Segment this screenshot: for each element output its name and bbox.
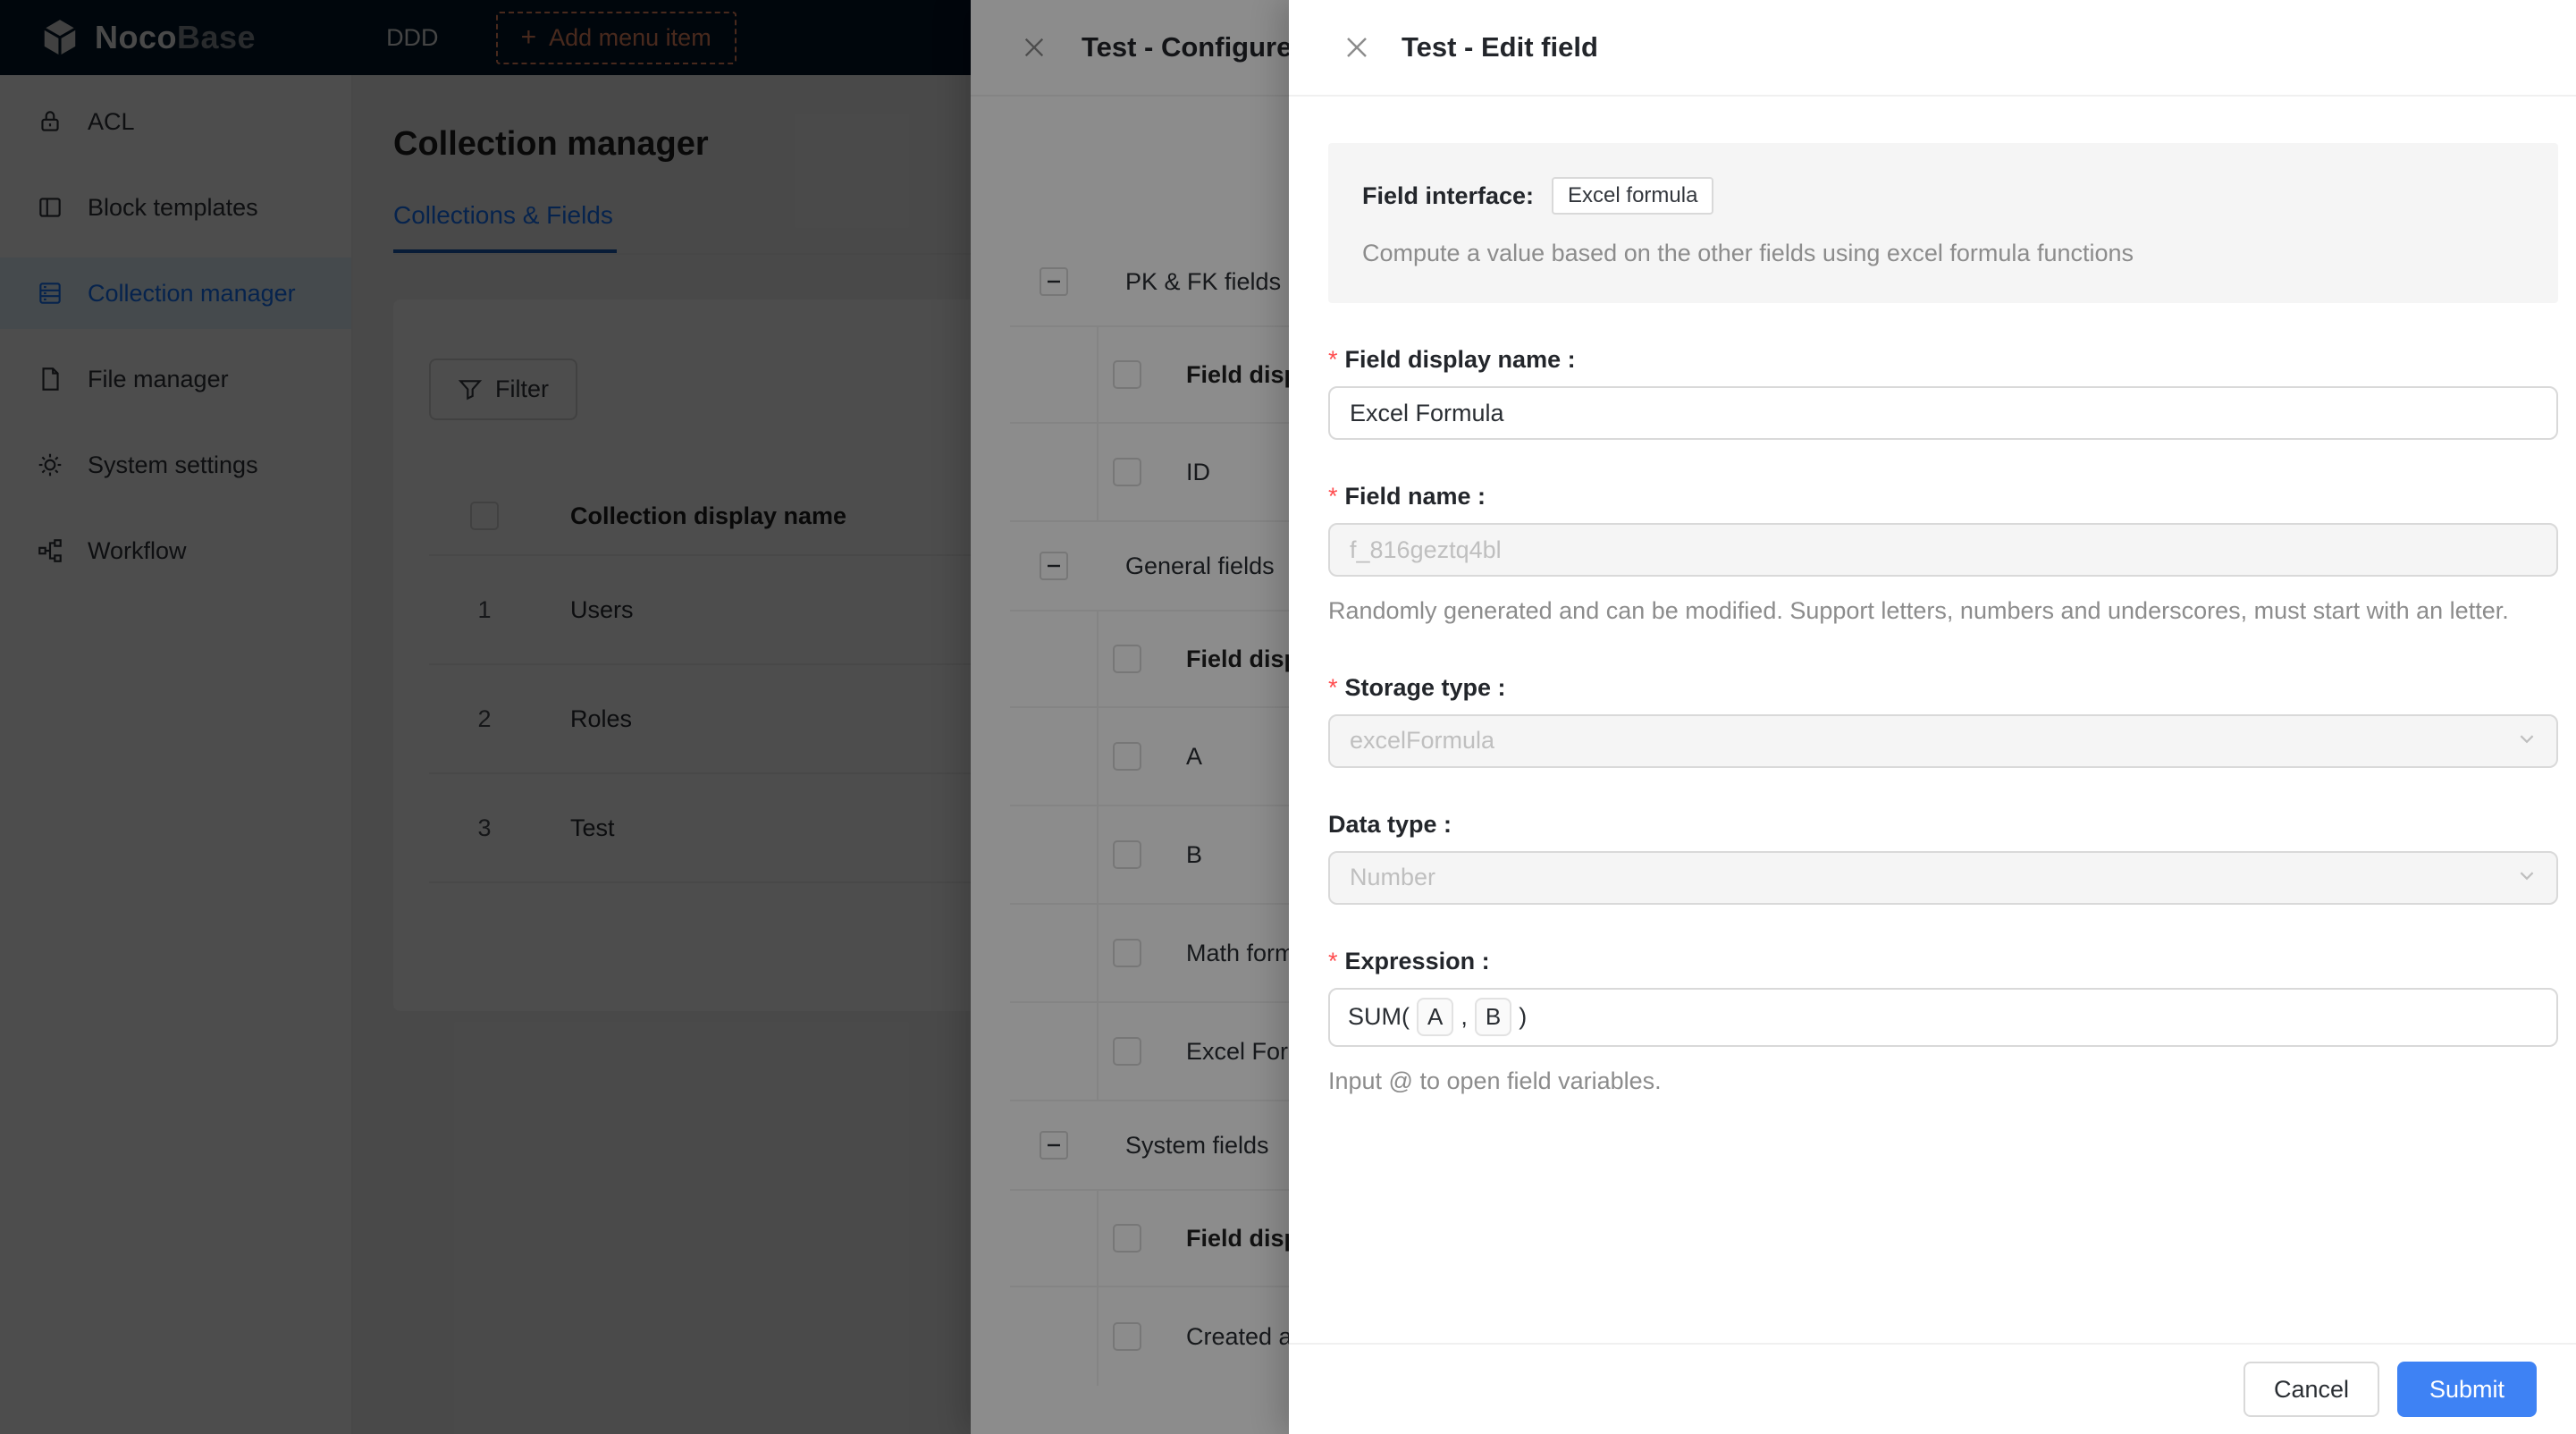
field-name-input: [1328, 523, 2558, 577]
form-item-storage-type: * Storage type : excelFormula: [1328, 674, 2558, 768]
field-interface-panel: Field interface: Excel formula Compute a…: [1328, 143, 2558, 303]
drawer-header: Test - Edit field: [1289, 0, 2576, 97]
expression-help-text: Input @ to open field variables.: [1328, 1061, 2558, 1101]
edit-field-drawer: Test - Edit field Field interface: Excel…: [1289, 0, 2576, 1434]
data-type-value: Number: [1350, 864, 1435, 891]
required-asterisk: *: [1328, 346, 1338, 373]
field-display-name-input[interactable]: [1328, 386, 2558, 440]
field-interface-tag: Excel formula: [1552, 177, 1713, 215]
expression-variable-chip: A: [1417, 998, 1453, 1036]
form-item-field-name: * Field name : Randomly generated and can…: [1328, 483, 2558, 631]
field-name-help-text: Randomly generated and can be modified. …: [1328, 591, 2558, 631]
field-display-name-label: Field display name :: [1345, 346, 1576, 373]
data-type-select: Number: [1328, 851, 2558, 905]
storage-type-label: Storage type :: [1345, 674, 1506, 701]
form-item-expression: * Expression : SUM( A , B ) Input @ to op…: [1328, 948, 2558, 1101]
close-icon[interactable]: [1344, 35, 1369, 60]
submit-button[interactable]: Submit: [2397, 1362, 2537, 1417]
storage-type-select: excelFormula: [1328, 714, 2558, 768]
drawer-footer: Cancel Submit: [1289, 1343, 2576, 1434]
chevron-down-icon: [2517, 865, 2537, 890]
data-type-label: Data type :: [1328, 811, 1452, 838]
required-asterisk: *: [1328, 674, 1338, 701]
required-asterisk: *: [1328, 948, 1338, 974]
form-item-data-type: Data type : Number: [1328, 811, 2558, 905]
field-name-label: Field name :: [1345, 483, 1486, 510]
expression-text: SUM(: [1348, 1003, 1410, 1031]
cancel-button[interactable]: Cancel: [2243, 1362, 2379, 1417]
expression-editor[interactable]: SUM( A , B ): [1328, 988, 2558, 1047]
required-asterisk: *: [1328, 483, 1338, 510]
chevron-down-icon: [2517, 729, 2537, 753]
form-item-field-display-name: * Field display name :: [1328, 346, 2558, 440]
edit-field-form: Field interface: Excel formula Compute a…: [1289, 98, 2576, 1343]
field-interface-label: Field interface:: [1362, 182, 1534, 210]
expression-label: Expression :: [1345, 948, 1490, 974]
field-interface-description: Compute a value based on the other field…: [1362, 240, 2524, 267]
storage-type-value: excelFormula: [1350, 727, 1494, 755]
drawer-title: Test - Edit field: [1402, 31, 1598, 63]
expression-text: ): [1519, 1003, 1527, 1031]
expression-text: ,: [1461, 1003, 1468, 1031]
expression-variable-chip: B: [1475, 998, 1511, 1036]
